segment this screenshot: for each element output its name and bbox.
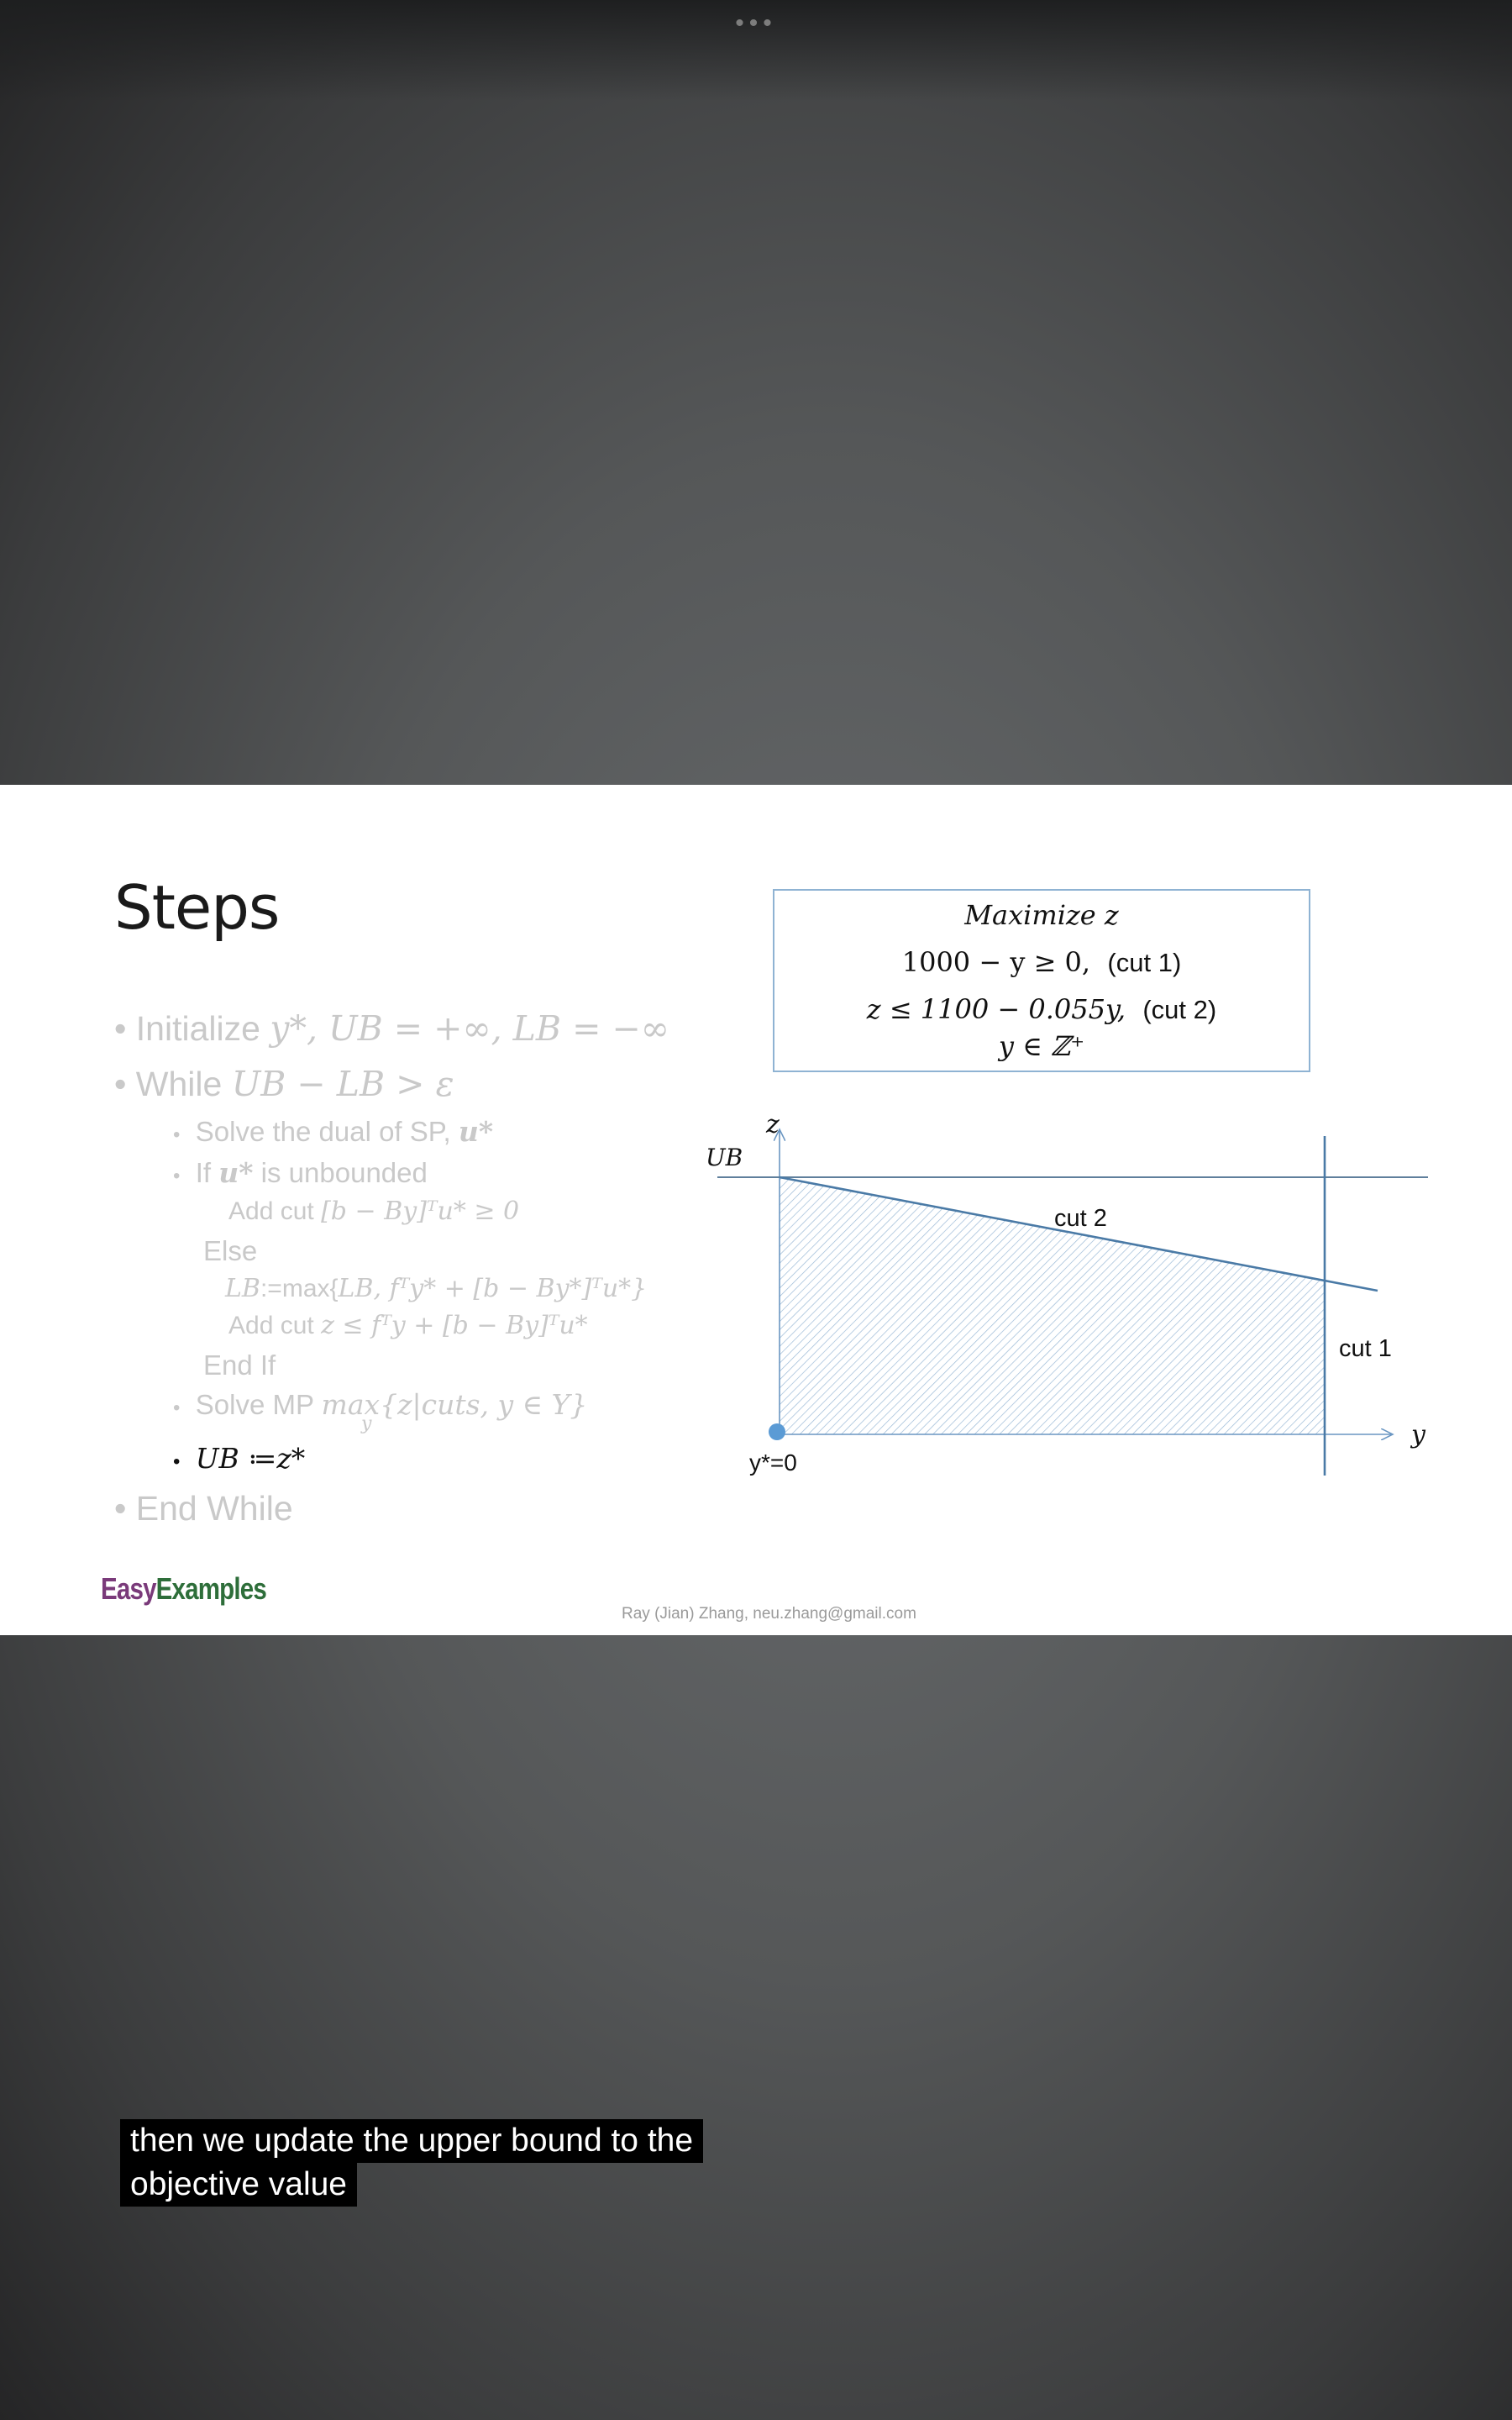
presentation-slide: Steps • Initialize y*, UB = +∞, LB = −∞ … — [0, 785, 1512, 1635]
integrality-line: y ∈ ℤ⁺ — [998, 1030, 1085, 1062]
bullet-text: While — [135, 1065, 232, 1103]
bullet-solve-dual: • Solve the dual of SP, u* — [173, 1115, 494, 1148]
bullet-text: Solve the dual of SP, — [195, 1116, 459, 1147]
bullet-math: y*, UB = +∞, LB = −∞ — [270, 1008, 669, 1049]
bullet-math: UB ≔z* — [195, 1442, 306, 1475]
line-add-cut-feasibility: Add cut [b − By]ᵀu* ≥ 0 — [228, 1197, 519, 1226]
bullet-text: Add cut — [228, 1312, 322, 1339]
line-else: Else — [203, 1235, 257, 1267]
bullet-math: u* — [218, 1156, 254, 1189]
bullet-if-unbounded: • If u* is unbounded — [173, 1156, 428, 1189]
bullet-text: :=max{ — [260, 1275, 339, 1302]
bullet-solve-mp: • Solve MP max{z|cuts, y ∈ Y} y — [173, 1388, 588, 1434]
constraint-math: z ≤ 1100 − 0.055y, — [866, 993, 1126, 1025]
cut2-constraint: z ≤ 1100 − 0.055y, (cut 2) — [774, 993, 1309, 1025]
feasible-region-diagram: z y UB cut 2 cut 1 y*=0 — [706, 1110, 1428, 1476]
bullet-initialize: • Initialize y*, UB = +∞, LB = −∞ — [114, 1008, 669, 1049]
easyexamples-logo: EasyExamples — [101, 1571, 267, 1607]
slide-title: Steps — [114, 872, 280, 943]
bullet-text: Add cut — [228, 1197, 322, 1225]
bullet-text: is unbounded — [253, 1157, 428, 1188]
cut2-label: cut 2 — [1054, 1205, 1107, 1232]
bullet-math: LB, fᵀy* + [b − By*]ᵀu*} — [338, 1274, 648, 1303]
line-end-if: End If — [203, 1349, 276, 1381]
constraint-math: 1000 − y ≥ 0, — [901, 946, 1091, 978]
line-lb-update: LB:=max{LB, fᵀy* + [b − By*]ᵀu*} — [225, 1274, 647, 1303]
cut1-constraint: 1000 − y ≥ 0, (cut 1) — [774, 946, 1309, 978]
constraint-label: (cut 2) — [1142, 995, 1217, 1024]
bullet-math: UB − LB > ε — [231, 1064, 454, 1104]
bullet-text: End While — [135, 1489, 293, 1528]
y-axis-label: y — [1410, 1420, 1426, 1449]
logo-examples: Examples — [155, 1571, 267, 1606]
ystar-point — [769, 1423, 785, 1440]
slide-footer: Ray (Jian) Zhang, neu.zhang@gmail.com — [622, 1605, 916, 1623]
line-add-cut-optimality: Add cut z ≤ fᵀy + [b − By]ᵀu* — [228, 1311, 588, 1340]
bullet-math: [b − By]ᵀu* ≥ 0 — [321, 1197, 520, 1226]
problem-formulation-box: Maximize z 1000 − y ≥ 0, (cut 1) z ≤ 110… — [773, 889, 1310, 1072]
ystar-label: y*=0 — [749, 1449, 797, 1476]
bullet-update-ub: • UB ≔z* — [173, 1442, 306, 1475]
bullet-text: Solve MP — [195, 1389, 322, 1420]
z-axis-label: z — [765, 1110, 780, 1139]
bullet-math: z ≤ fᵀy + [b − By]ᵀu* — [321, 1311, 588, 1340]
objective-line: Maximize z — [964, 899, 1119, 931]
caption-line-1: then we update the upper bound to the — [120, 2119, 704, 2163]
bullet-text: If — [195, 1157, 219, 1188]
more-options-icon[interactable]: ••• — [731, 11, 781, 37]
bullet-text: End If — [203, 1349, 276, 1381]
max-subscript: y — [361, 1413, 372, 1434]
bullet-text: Else — [203, 1235, 258, 1266]
ub-label: UB — [706, 1144, 743, 1171]
cut1-label: cut 1 — [1339, 1335, 1392, 1362]
subtitle-caption: then we update the upper bound to the ob… — [120, 2119, 704, 2207]
logo-easy: Easy — [101, 1571, 156, 1606]
bullet-end-while: • End While — [114, 1489, 293, 1528]
feasible-region — [780, 1177, 1325, 1434]
caption-line-2: objective value — [120, 2163, 357, 2207]
bullet-math: LB — [225, 1274, 260, 1303]
constraint-label: (cut 1) — [1107, 948, 1182, 977]
bullet-math: u* — [458, 1115, 494, 1148]
bullet-text: Initialize — [135, 1009, 270, 1048]
bullet-while: • While UB − LB > ε — [114, 1064, 454, 1104]
